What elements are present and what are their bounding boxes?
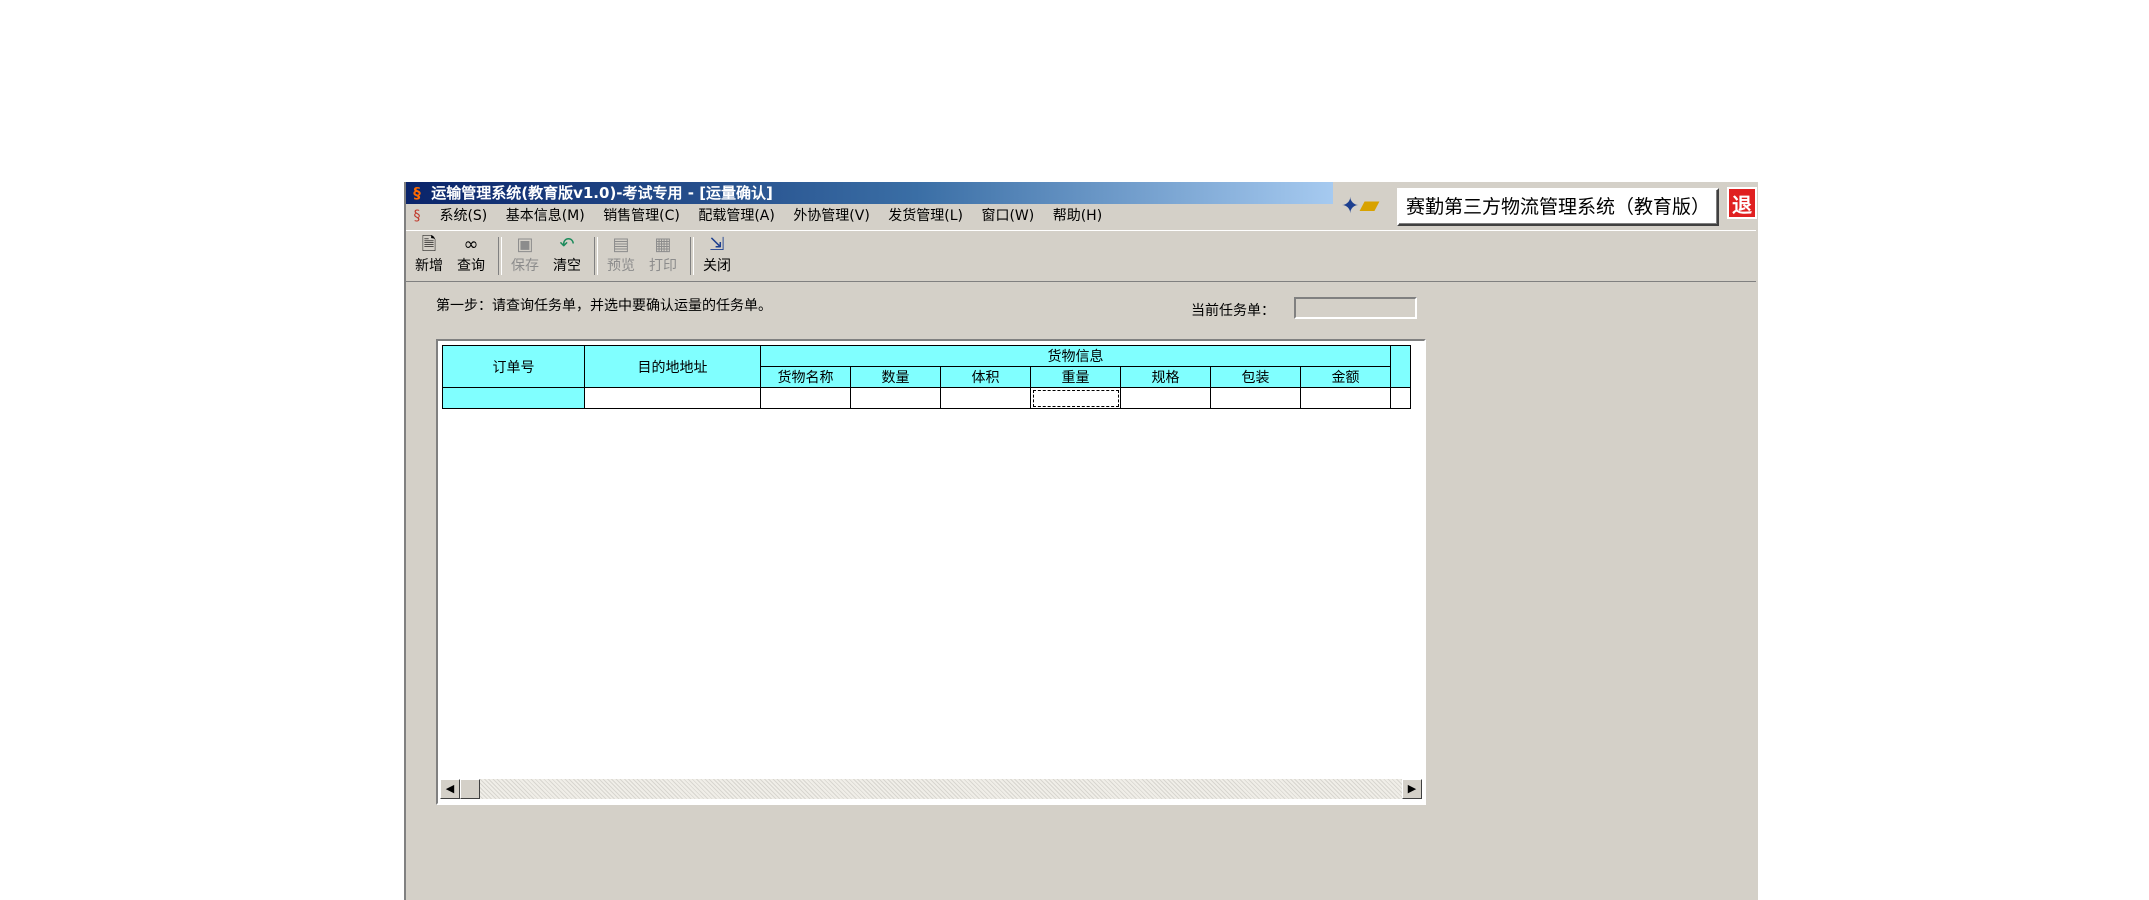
menu-loading[interactable]: 配载管理(A) xyxy=(691,204,782,228)
scroll-left-button[interactable]: ◀ xyxy=(440,779,460,799)
column-header-goods-name[interactable]: 货物名称 xyxy=(760,366,851,388)
window-title: 运输管理系统(教育版v1.0)-考试专用 - [运量确认] xyxy=(431,184,773,202)
column-group-goods-info: 货物信息 xyxy=(760,345,1391,367)
toolbar-separator xyxy=(594,237,598,275)
task-grid[interactable]: 订单号 目的地地址 货物信息 货物名称 数量 体积 重量 规格 包装 金额 ◀ … xyxy=(436,339,1426,805)
preview-button[interactable]: ▤ 预览 xyxy=(600,235,642,279)
grid-table: 订单号 目的地地址 货物信息 货物名称 数量 体积 重量 规格 包装 金额 xyxy=(442,345,1411,409)
print-label: 打印 xyxy=(649,258,677,274)
horizontal-scrollbar[interactable]: ◀ ▶ xyxy=(440,779,1422,799)
clear-label: 清空 xyxy=(553,258,581,274)
menu-shipping[interactable]: 发货管理(L) xyxy=(881,204,970,228)
close-label: 关闭 xyxy=(703,258,731,274)
save-icon: ▣ xyxy=(516,234,534,255)
table-row[interactable] xyxy=(442,387,1411,409)
toolbar-separator xyxy=(690,237,694,275)
grid-cell[interactable] xyxy=(584,387,761,409)
menu-window[interactable]: 窗口(W) xyxy=(974,204,1041,228)
menu-bar: § 系统(S) 基本信息(M) 销售管理(C) 配载管理(A) 外协管理(V) … xyxy=(406,204,1333,228)
column-header-order-no[interactable]: 订单号 xyxy=(442,345,585,388)
exit-button[interactable]: 退 xyxy=(1727,187,1757,219)
current-task-label: 当前任务单： xyxy=(1191,303,1275,319)
grid-cell[interactable] xyxy=(850,387,941,409)
grid-cell[interactable] xyxy=(1120,387,1211,409)
menu-system[interactable]: 系统(S) xyxy=(432,204,494,228)
close-button[interactable]: ⇲ 关闭 xyxy=(696,235,738,279)
scroll-right-button[interactable]: ▶ xyxy=(1402,779,1422,799)
column-header-quantity[interactable]: 数量 xyxy=(850,366,941,388)
grid-cell[interactable] xyxy=(1210,387,1301,409)
scroll-thumb[interactable] xyxy=(460,779,480,799)
menu-basic-info[interactable]: 基本信息(M) xyxy=(499,204,592,228)
column-header-weight[interactable]: 重量 xyxy=(1030,366,1121,388)
grid-cell[interactable] xyxy=(940,387,1031,409)
current-task-field[interactable] xyxy=(1294,297,1417,319)
preview-label: 预览 xyxy=(607,258,635,274)
toolbar: 🗎 新增 ∞ 查询 ▣ 保存 ↶ 清空 ▤ 预览 ▦ 打印 ⇲ 关闭 xyxy=(406,230,1756,282)
form-content: 第一步：请查询任务单，并选中要确认运量的任务单。 当前任务单： 订单号 目的地地… xyxy=(406,284,1756,900)
title-bar: § 运输管理系统(教育版v1.0)-考试专用 - [运量确认] xyxy=(406,182,1333,204)
app-window: § 运输管理系统(教育版v1.0)-考试专用 - [运量确认] § 系统(S) … xyxy=(404,182,1758,900)
column-header-volume[interactable]: 体积 xyxy=(940,366,1031,388)
column-header-amount[interactable]: 金额 xyxy=(1300,366,1391,388)
mdi-child-icon[interactable]: § xyxy=(406,204,428,228)
query-label: 查询 xyxy=(457,258,485,274)
brand-title: 赛勤第三方物流管理系统（教育版） xyxy=(1397,188,1719,226)
menu-help[interactable]: 帮助(H) xyxy=(1046,204,1109,228)
menu-outsourcing[interactable]: 外协管理(V) xyxy=(786,204,877,228)
brand-panel: ✦▰ 赛勤第三方物流管理系统（教育版） 退 xyxy=(1333,182,1758,228)
grid-cell[interactable] xyxy=(442,387,585,409)
new-icon: 🗎 xyxy=(421,234,437,255)
column-header-packaging[interactable]: 包装 xyxy=(1210,366,1301,388)
grid-cell[interactable] xyxy=(1390,387,1411,409)
step-instruction: 第一步：请查询任务单，并选中要确认运量的任务单。 xyxy=(436,298,772,314)
column-header-address[interactable]: 目的地地址 xyxy=(584,345,761,388)
menu-sales[interactable]: 销售管理(C) xyxy=(596,204,687,228)
new-button[interactable]: 🗎 新增 xyxy=(408,235,450,279)
print-button[interactable]: ▦ 打印 xyxy=(642,235,684,279)
column-header-spec[interactable]: 规格 xyxy=(1120,366,1211,388)
grid-cell[interactable] xyxy=(1300,387,1391,409)
grid-cell-focused[interactable] xyxy=(1030,387,1121,409)
app-logo-icon: § xyxy=(413,184,421,202)
preview-icon: ▤ xyxy=(612,234,630,255)
clear-button[interactable]: ↶ 清空 xyxy=(546,235,588,279)
save-label: 保存 xyxy=(511,258,539,274)
column-header-overflow xyxy=(1390,345,1411,388)
new-label: 新增 xyxy=(415,258,443,274)
undo-icon: ↶ xyxy=(559,234,575,255)
print-icon: ▦ xyxy=(654,234,672,255)
toolbar-separator xyxy=(498,237,502,275)
grid-cell[interactable] xyxy=(760,387,851,409)
save-button[interactable]: ▣ 保存 xyxy=(504,235,546,279)
binoculars-icon: ∞ xyxy=(463,234,479,255)
navigation-folder-icon: ✦▰ xyxy=(1341,190,1380,220)
query-button[interactable]: ∞ 查询 xyxy=(450,235,492,279)
close-icon: ⇲ xyxy=(709,234,725,255)
